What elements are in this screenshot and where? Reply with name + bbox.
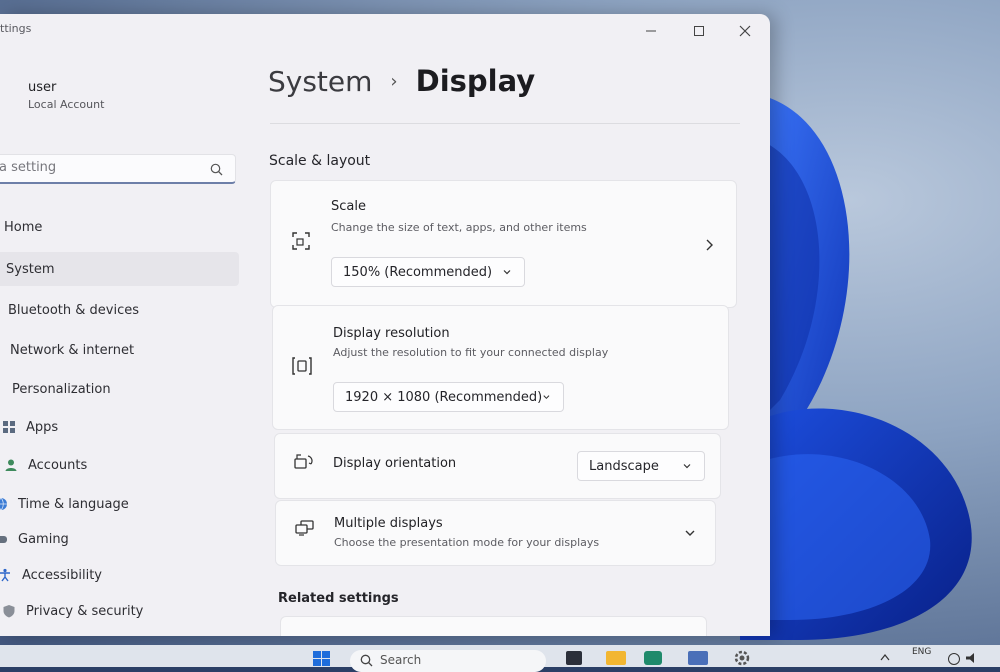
taskbar-search-label: Search [380, 653, 422, 667]
chevron-right-icon[interactable] [703, 238, 715, 252]
maximize-icon [694, 26, 704, 36]
sidebar-item-time-language[interactable]: Time & language [0, 487, 129, 521]
sidebar-item-label: Gaming [18, 531, 69, 547]
close-button[interactable] [730, 18, 760, 44]
sidebar-item-bluetooth-devices[interactable]: Bluetooth & devices [8, 293, 139, 327]
scale-dropdown-value: 150% (Recommended) [343, 264, 493, 280]
scale-dropdown[interactable]: 150% (Recommended) [331, 257, 525, 287]
shield-icon [3, 605, 15, 618]
store-icon[interactable] [688, 651, 708, 665]
sidebar-item-label: Accounts [28, 457, 88, 473]
apps-icon [3, 421, 15, 433]
sidebar-item-accessibility[interactable]: Accessibility [0, 558, 102, 592]
chevron-down-icon [543, 395, 550, 400]
section-title-related-settings: Related settings [278, 591, 399, 606]
chevron-down-icon [503, 270, 511, 275]
sidebar-item-accounts[interactable]: Accounts [4, 448, 87, 482]
sidebar-item-gaming[interactable]: Gaming [0, 522, 69, 556]
sidebar-item-label: Network & internet [10, 342, 135, 358]
sidebar-item-label: Privacy & security [26, 603, 144, 619]
sidebar-item-apps[interactable]: Apps [2, 410, 58, 444]
section-title-scale-layout: Scale & layout [269, 153, 371, 169]
sidebar-item-label: Accessibility [22, 567, 102, 583]
display-resolution-subtitle: Adjust the resolution to fit your connec… [333, 346, 609, 359]
multiple-displays-card[interactable]: Multiple displays Choose the presentatio… [275, 500, 716, 566]
gear-icon[interactable] [733, 649, 751, 667]
display-resolution-title: Display resolution [333, 326, 450, 341]
scale-icon [292, 232, 310, 250]
sidebar-item-personalization[interactable]: Personalization [12, 372, 111, 406]
edge-icon[interactable] [644, 651, 662, 665]
chevron-down-icon [683, 464, 691, 469]
sidebar-item-label: Home [4, 219, 43, 235]
header-divider [270, 123, 740, 124]
display-resolution-dropdown-value: 1920 × 1080 (Recommended) [345, 389, 543, 405]
gaming-icon [0, 536, 7, 543]
globe-icon [0, 497, 7, 511]
multiple-displays-subtitle: Choose the presentation mode for your di… [334, 536, 600, 549]
scale-title: Scale [331, 199, 366, 214]
display-orientation-title: Display orientation [333, 456, 457, 471]
sidebar-item-label: Bluetooth & devices [8, 302, 139, 318]
task-view-icon[interactable] [566, 651, 582, 665]
taskbar: Search ENG [0, 645, 1000, 672]
display-resolution-card: Display resolution Adjust the resolution… [272, 305, 729, 430]
sidebar-item-privacy-security[interactable]: Privacy & security [2, 594, 143, 628]
file-explorer-icon[interactable] [606, 651, 626, 665]
breadcrumb: System › Display [268, 64, 535, 98]
related-settings-card[interactable] [280, 616, 707, 636]
accessibility-icon [0, 568, 10, 582]
multiple-displays-icon [295, 520, 314, 536]
chevron-down-icon[interactable] [684, 527, 696, 539]
display-resolution-dropdown[interactable]: 1920 × 1080 (Recommended) [333, 382, 564, 412]
orientation-icon [294, 454, 313, 469]
sidebar-item-system[interactable]: System [0, 252, 239, 286]
search-icon [360, 654, 373, 667]
minimize-button[interactable] [636, 18, 666, 44]
scale-subtitle: Change the size of text, apps, and other… [331, 221, 587, 234]
sidebar-item-label: Time & language [18, 496, 129, 512]
language-indicator[interactable]: ENG [912, 647, 931, 657]
settings-window: ttings user Local Account Home System Bl… [0, 14, 770, 636]
display-orientation-dropdown-value: Landscape [589, 458, 659, 474]
scale-card[interactable]: Scale Change the size of text, apps, and… [270, 180, 737, 308]
minimize-icon [646, 30, 656, 32]
start-icon[interactable] [313, 651, 331, 667]
resolution-icon [292, 357, 312, 375]
sidebar-item-label: Personalization [12, 381, 111, 397]
maximize-button[interactable] [684, 18, 714, 44]
sidebar-item-label: Apps [26, 419, 59, 435]
sidebar-item-label: System [6, 261, 55, 277]
page-title: Display [415, 64, 536, 98]
taskbar-search[interactable]: Search [350, 650, 546, 672]
accounts-icon [5, 459, 17, 471]
wifi-icon[interactable] [948, 653, 960, 665]
breadcrumb-parent[interactable]: System [268, 65, 372, 98]
multiple-displays-title: Multiple displays [334, 516, 443, 531]
display-orientation-card: Display orientation Landscape [274, 433, 721, 499]
display-orientation-dropdown[interactable]: Landscape [577, 451, 705, 481]
sidebar-nav: Home System Bluetooth & devices Network … [0, 14, 250, 636]
close-icon [739, 25, 751, 37]
chevron-up-icon[interactable] [880, 653, 890, 661]
sidebar-item-network-internet[interactable]: Network & internet [10, 333, 134, 367]
sidebar-item-home[interactable]: Home [4, 210, 42, 244]
volume-icon[interactable] [966, 653, 974, 663]
breadcrumb-separator: › [390, 70, 398, 92]
